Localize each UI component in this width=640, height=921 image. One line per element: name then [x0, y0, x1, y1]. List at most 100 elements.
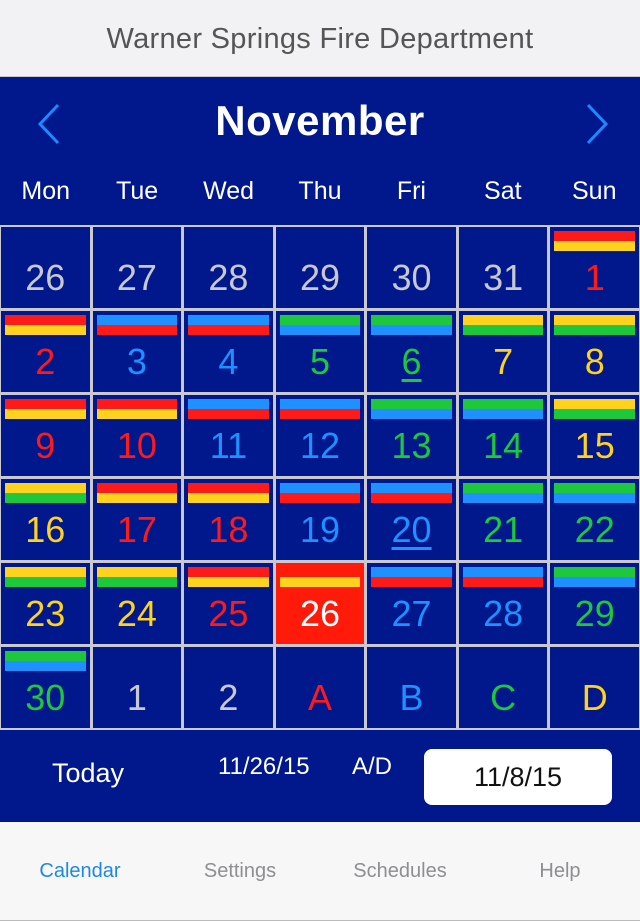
shift-indicator — [5, 483, 86, 503]
day-cell[interactable]: 9 — [1, 395, 90, 476]
day-number: 1 — [126, 677, 147, 718]
day-number: 20 — [391, 509, 432, 550]
day-cell[interactable]: 31 — [458, 227, 548, 308]
day-cell[interactable]: 6 — [367, 311, 456, 392]
day-number: 26 — [299, 593, 341, 634]
tab-calendar[interactable]: Calendar — [0, 822, 160, 920]
shift-bar — [188, 577, 269, 587]
shift-bar — [462, 493, 544, 503]
day-cell[interactable]: 22 — [550, 479, 639, 560]
day-cell[interactable]: 28 — [458, 563, 548, 644]
shift-indicator — [279, 567, 361, 587]
day-number: 13 — [391, 425, 432, 466]
day-cell[interactable]: 10 — [92, 395, 182, 476]
day-cell[interactable]: 30 — [367, 227, 456, 308]
shift-bar — [5, 493, 86, 503]
day-cell[interactable]: A — [275, 647, 365, 728]
shift-bar — [554, 567, 635, 577]
day-cell[interactable]: 25 — [184, 563, 273, 644]
day-cell[interactable]: 15 — [550, 395, 639, 476]
calendar-grid: 26 27 28 29 30 31 1 2 3 4 5 6 7 8 9 10 11 12 13 14 15 16 17 18 1… — [0, 225, 640, 730]
tab-schedules[interactable]: Schedules — [320, 822, 480, 920]
day-cell[interactable]: 23 — [1, 563, 90, 644]
day-cell[interactable]: 29 — [550, 563, 639, 644]
day-cell[interactable]: 29 — [275, 227, 365, 308]
shift-indicator — [279, 483, 361, 503]
shift-indicator — [554, 483, 635, 503]
shift-indicator — [462, 483, 544, 503]
shift-bar — [96, 399, 178, 409]
day-number: 29 — [299, 257, 341, 298]
day-number: 5 — [309, 341, 330, 382]
day-cell[interactable]: 7 — [458, 311, 548, 392]
shift-indicator — [5, 567, 86, 587]
day-cell[interactable]: 28 — [184, 227, 273, 308]
shift-bar — [96, 493, 178, 503]
day-number: 26 — [25, 257, 66, 298]
day-number: 2 — [218, 677, 239, 718]
shift-indicator — [462, 567, 544, 587]
day-cell[interactable]: 27 — [367, 563, 456, 644]
day-number: 22 — [574, 509, 615, 550]
day-cell[interactable]: 12 — [275, 395, 365, 476]
day-number: 18 — [208, 509, 249, 550]
shift-indicator — [5, 651, 86, 671]
shift-bar — [554, 241, 635, 251]
shift-bar — [188, 325, 269, 335]
shift-bar — [279, 315, 361, 325]
day-number: 28 — [208, 257, 249, 298]
shift-bar — [279, 483, 361, 493]
day-cell[interactable]: 2 — [184, 647, 273, 728]
shift-bar — [5, 325, 86, 335]
shift-bar — [5, 577, 86, 587]
day-number: 12 — [299, 425, 341, 466]
shift-bar — [96, 409, 178, 419]
shift-bar — [371, 399, 452, 409]
tab-settings[interactable]: Settings — [160, 822, 320, 920]
date-input[interactable]: 11/8/15 — [424, 749, 612, 805]
next-month-button[interactable] — [578, 99, 618, 149]
day-number: 3 — [126, 341, 147, 382]
day-cell[interactable]: 4 — [184, 311, 273, 392]
shift-bar — [188, 483, 269, 493]
day-cell[interactable]: 19 — [275, 479, 365, 560]
day-cell[interactable]: 8 — [550, 311, 639, 392]
day-number: 17 — [116, 509, 157, 550]
weekday-label: Wed — [203, 177, 255, 205]
day-cell[interactable]: 1 — [92, 647, 182, 728]
app-header: Warner Springs Fire Department — [0, 0, 640, 77]
shift-bar — [371, 577, 452, 587]
day-cell[interactable]: 21 — [458, 479, 548, 560]
shift-indicator — [371, 315, 452, 335]
today-button[interactable]: Today — [52, 758, 124, 789]
day-cell[interactable]: 18 — [184, 479, 273, 560]
shift-bar — [279, 493, 361, 503]
day-cell-today[interactable]: 26 — [275, 563, 365, 644]
day-number: 14 — [483, 425, 524, 466]
day-cell[interactable]: 27 — [92, 227, 182, 308]
day-cell[interactable]: 14 — [458, 395, 548, 476]
shift-indicator — [96, 399, 178, 419]
shift-bar — [5, 661, 86, 671]
day-number: 10 — [116, 425, 157, 466]
day-cell[interactable]: 26 — [1, 227, 90, 308]
day-cell[interactable]: 24 — [92, 563, 182, 644]
day-cell[interactable]: B — [367, 647, 456, 728]
day-number: 21 — [483, 509, 524, 550]
day-cell[interactable]: 11 — [184, 395, 273, 476]
shift-bar — [371, 493, 452, 503]
day-cell[interactable]: D — [550, 647, 639, 728]
day-cell[interactable]: 3 — [92, 311, 182, 392]
day-cell[interactable]: 1 — [550, 227, 639, 308]
day-cell[interactable]: 5 — [275, 311, 365, 392]
tab-help[interactable]: Help — [480, 822, 640, 920]
day-cell[interactable]: 30 — [1, 647, 90, 728]
day-cell[interactable]: 16 — [1, 479, 90, 560]
day-number: 29 — [574, 593, 615, 634]
day-cell[interactable]: 20 — [367, 479, 456, 560]
day-cell[interactable]: 17 — [92, 479, 182, 560]
day-cell[interactable]: C — [458, 647, 548, 728]
day-cell[interactable]: 13 — [367, 395, 456, 476]
weekday-label: Mon — [21, 177, 71, 205]
day-cell[interactable]: 2 — [1, 311, 90, 392]
